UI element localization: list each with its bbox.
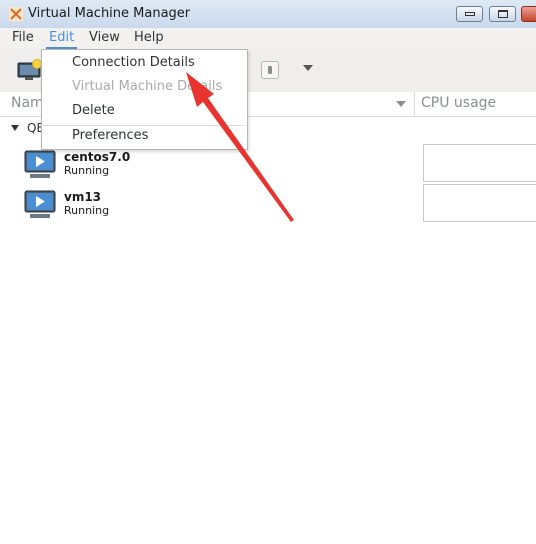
edit-menu-dropdown: Connection Details Virtual Machine Detai… xyxy=(41,49,248,150)
chevron-down-icon[interactable] xyxy=(303,65,313,71)
menu-item-delete[interactable]: Delete xyxy=(72,103,115,118)
vm-row[interactable]: vm13 Running xyxy=(0,184,536,230)
menu-bar: File Edit View Help xyxy=(0,28,536,49)
column-name-header[interactable]: Nam xyxy=(11,95,44,111)
menu-divider xyxy=(43,125,246,126)
column-cpu-header[interactable]: CPU usage xyxy=(421,95,496,111)
vm-list: QE centos7.0 Running vm13 Running xyxy=(0,117,536,544)
menu-file[interactable]: File xyxy=(9,30,37,45)
menu-item-preferences[interactable]: Preferences xyxy=(72,128,148,143)
minimize-button[interactable] xyxy=(456,6,483,22)
minimize-icon xyxy=(465,12,475,16)
window-title: Virtual Machine Manager xyxy=(28,6,191,21)
cpu-usage-graph xyxy=(423,144,536,182)
menu-edit[interactable]: Edit xyxy=(46,30,78,49)
menu-help[interactable]: Help xyxy=(131,30,167,45)
maximize-icon xyxy=(498,10,508,18)
expander-icon[interactable] xyxy=(11,125,19,131)
vm-name: centos7.0 xyxy=(64,150,131,164)
menu-item-virtual-machine-details: Virtual Machine Details xyxy=(72,79,223,94)
new-vm-icon[interactable] xyxy=(17,59,43,81)
virt-manager-icon xyxy=(9,7,23,21)
vm-running-icon xyxy=(24,150,56,178)
column-divider[interactable] xyxy=(414,92,415,116)
close-button[interactable] xyxy=(521,6,536,22)
vm-status: Running xyxy=(64,204,110,217)
vm-status: Running xyxy=(64,164,110,177)
maximize-button[interactable] xyxy=(489,6,516,22)
shutdown-button[interactable] xyxy=(261,61,279,79)
cpu-usage-graph xyxy=(423,184,536,222)
menu-item-connection-details[interactable]: Connection Details xyxy=(72,55,195,70)
title-bar: Virtual Machine Manager xyxy=(0,0,536,29)
vm-running-icon xyxy=(24,190,56,218)
vm-name: vm13 xyxy=(64,190,102,204)
menu-view[interactable]: View xyxy=(86,30,123,45)
sort-arrow-icon[interactable] xyxy=(396,101,406,107)
